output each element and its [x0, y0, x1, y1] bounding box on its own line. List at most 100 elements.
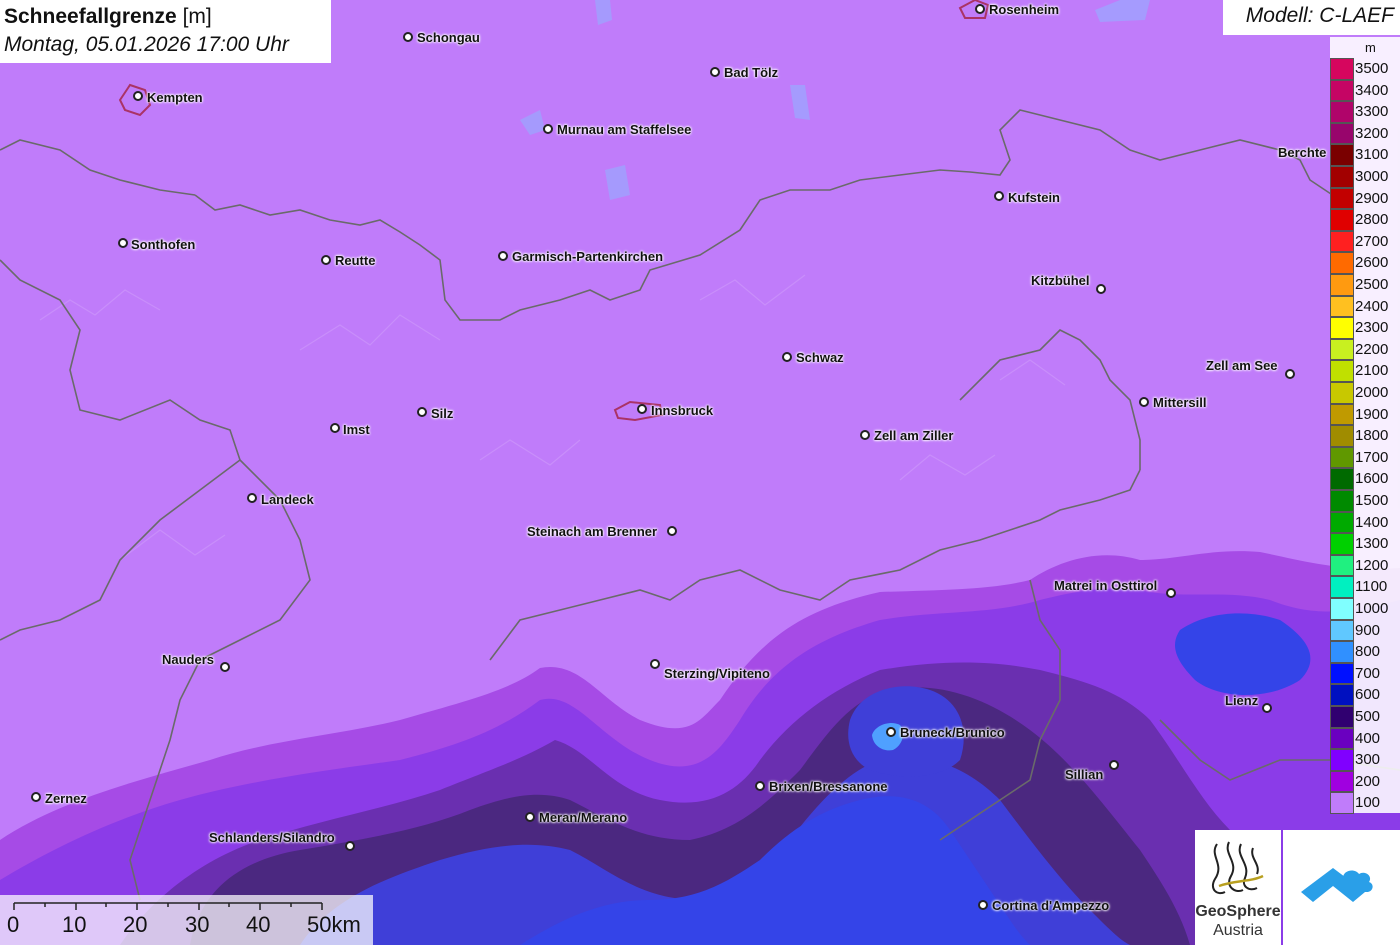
- city-marker[interactable]: [220, 662, 230, 672]
- city-marker[interactable]: [417, 407, 427, 417]
- legend-label: 3400: [1355, 81, 1389, 99]
- city-label: Steinach am Brenner: [527, 524, 658, 539]
- city-label: Reutte: [335, 253, 376, 268]
- city-marker[interactable]: [1262, 703, 1272, 713]
- legend-label: 1400: [1355, 513, 1389, 531]
- legend-label: 3100: [1355, 146, 1389, 164]
- city-marker[interactable]: [403, 32, 413, 42]
- legend-swatch: [1330, 425, 1354, 447]
- city-label: Zernez: [45, 791, 87, 806]
- legend-label: 800: [1355, 643, 1381, 661]
- legend-swatch: [1330, 770, 1354, 793]
- city-label: Nauders: [162, 652, 215, 667]
- legend-label: 3300: [1355, 103, 1389, 121]
- city-marker[interactable]: [1139, 397, 1149, 407]
- scale-bar: 0 10 20 30 40 50km: [0, 895, 373, 945]
- city-marker[interactable]: [975, 4, 985, 14]
- city-marker[interactable]: [247, 493, 257, 503]
- city-label: Silz: [431, 406, 454, 421]
- legend-swatch: [1330, 230, 1354, 253]
- legend-swatch: [1330, 274, 1354, 296]
- city-label: Innsbruck: [651, 403, 714, 418]
- geosphere-name: GeoSphere: [1195, 903, 1281, 920]
- legend-swatch: [1330, 252, 1354, 274]
- legend-swatch: [1330, 295, 1354, 318]
- city-marker[interactable]: [860, 430, 870, 440]
- city-marker[interactable]: [330, 423, 340, 433]
- scale-label-30: 30: [185, 912, 210, 937]
- legend-label: 600: [1355, 686, 1381, 704]
- city-marker[interactable]: [755, 781, 765, 791]
- legend-label: 2600: [1355, 254, 1389, 272]
- city-label: Zell am See: [1206, 358, 1278, 373]
- city-marker[interactable]: [978, 900, 988, 910]
- city-marker[interactable]: [543, 124, 553, 134]
- city-label: Matrei in Osttirol: [1054, 578, 1158, 593]
- scale-label-20: 20: [123, 912, 148, 937]
- city-marker[interactable]: [133, 91, 143, 101]
- city-marker[interactable]: [525, 812, 535, 822]
- city-marker[interactable]: [650, 659, 660, 669]
- city-label: Mittersill: [1153, 395, 1207, 410]
- scale-label-40: 40: [246, 912, 271, 937]
- legend-label: 700: [1355, 664, 1381, 682]
- color-legend: m 3500 3400 3300 3200 3100 3000 2900 2800 2700 26…: [1330, 37, 1400, 814]
- legend-swatch: [1330, 403, 1354, 426]
- map-canvas[interactable]: [0, 0, 1400, 945]
- legend-swatch: [1330, 727, 1354, 750]
- city-marker[interactable]: [782, 352, 792, 362]
- city-marker[interactable]: [118, 238, 128, 248]
- city-marker[interactable]: [710, 67, 720, 77]
- city-label: Sillian: [1065, 767, 1104, 782]
- city-marker[interactable]: [31, 792, 41, 802]
- city-label: Bruneck/Brunico: [900, 725, 1005, 740]
- city-label: Imst: [343, 422, 370, 437]
- title-unit: [m]: [182, 5, 212, 28]
- city-label: Schlanders/Silandro: [209, 830, 335, 845]
- geosphere-logo[interactable]: GeoSphere Austria: [1195, 830, 1281, 945]
- legend-swatch: [1330, 382, 1354, 404]
- legend-label: 2100: [1355, 362, 1389, 380]
- city-marker[interactable]: [345, 841, 355, 851]
- city-marker[interactable]: [1109, 760, 1119, 770]
- cloud-roof-icon: [1301, 868, 1373, 902]
- city-label: Zell am Ziller: [874, 428, 954, 443]
- city-marker[interactable]: [994, 191, 1004, 201]
- app-logo[interactable]: [1283, 830, 1400, 945]
- city-marker[interactable]: [321, 255, 331, 265]
- legend-label: 2500: [1355, 276, 1389, 293]
- legend-swatch: [1330, 209, 1354, 231]
- legend-label: 3500: [1355, 60, 1389, 77]
- city-marker[interactable]: [1166, 588, 1176, 598]
- city-label: Meran/Merano: [539, 810, 628, 825]
- city-marker[interactable]: [667, 526, 677, 536]
- city-marker[interactable]: [637, 404, 647, 414]
- city-label: Brixen/Bressanone: [769, 779, 888, 794]
- legend-label: 1200: [1355, 556, 1389, 574]
- legend-swatch: [1330, 58, 1354, 80]
- legend-label: 1600: [1355, 470, 1389, 488]
- city-marker[interactable]: [1285, 369, 1295, 379]
- legend-label: 400: [1355, 729, 1381, 747]
- city-marker[interactable]: [886, 727, 896, 737]
- legend-label: 3000: [1355, 168, 1389, 185]
- legend-label: 2700: [1355, 232, 1389, 250]
- city-label: Landeck: [261, 492, 314, 507]
- legend-swatch: [1330, 511, 1354, 534]
- legend-label: 2900: [1355, 189, 1389, 207]
- city-label: Kufstein: [1008, 190, 1060, 205]
- city-marker[interactable]: [1096, 284, 1106, 294]
- legend-label: 300: [1355, 751, 1381, 769]
- legend-label: 200: [1355, 772, 1381, 790]
- city-label: Rosenheim: [989, 2, 1060, 17]
- city-label: Murnau am Staffelsee: [557, 122, 692, 137]
- city-marker[interactable]: [498, 251, 508, 261]
- legend-swatch: [1330, 749, 1354, 771]
- legend-swatch: [1330, 619, 1354, 642]
- city-label: Berchte: [1278, 145, 1327, 160]
- legend-label: 1000: [1355, 600, 1389, 617]
- legend-swatch: [1330, 187, 1354, 210]
- title-box: Schneefallgrenze [m] Montag, 05.01.2026 …: [0, 0, 331, 63]
- legend-label: 1800: [1355, 427, 1389, 445]
- legend-label: 1500: [1355, 492, 1389, 509]
